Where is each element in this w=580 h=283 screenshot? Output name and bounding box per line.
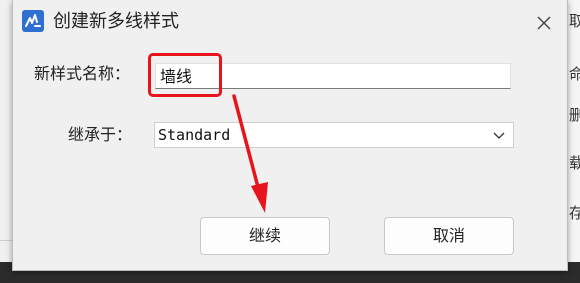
annotation-highlight-box (148, 53, 222, 97)
background-text: 删 (569, 104, 580, 125)
chevron-down-icon (493, 129, 505, 141)
background-text: 命 (569, 63, 580, 84)
close-button[interactable] (533, 12, 555, 34)
inherit-from-value: Standard (158, 126, 231, 144)
continue-button[interactable]: 继续 (200, 217, 330, 255)
background-text: 载 (569, 152, 580, 173)
inherit-from-label: 继承于： (68, 125, 133, 144)
cancel-button[interactable]: 取消 (384, 217, 514, 255)
app-logo-icon (22, 10, 44, 32)
inherit-from-select[interactable]: Standard (154, 122, 514, 148)
dialog-titlebar: 创建新多线样式 (13, 0, 567, 44)
background-window-edge: 取 命 删 载 存 (566, 0, 580, 262)
background-text: 取 (569, 10, 580, 31)
style-name-label: 新样式名称： (34, 64, 131, 83)
dialog-title: 创建新多线样式 (53, 11, 179, 32)
create-multiline-style-dialog: 创建新多线样式 新样式名称： 墙线 继承于： Standard 继续 取消 (12, 0, 568, 271)
background-text: 存 (569, 202, 580, 223)
close-icon (537, 16, 551, 30)
background-divider (0, 240, 12, 241)
